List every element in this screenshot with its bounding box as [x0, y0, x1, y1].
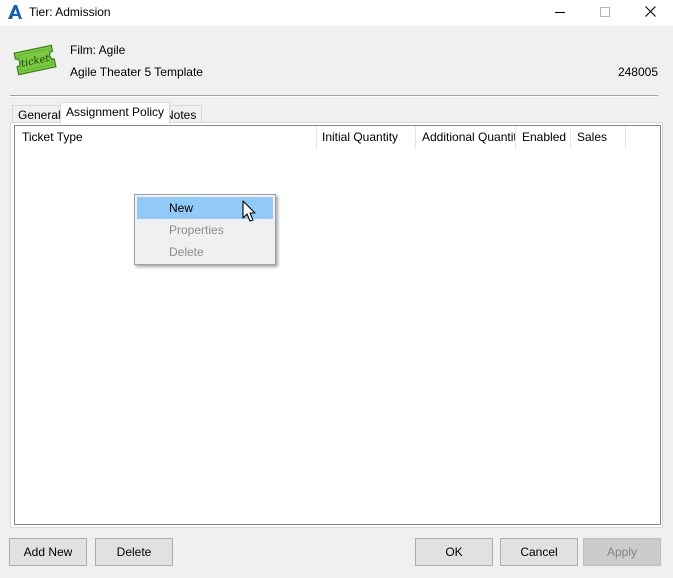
tier-dialog-window: Tier: Admission ticket Film: Agile Agile…	[0, 0, 673, 578]
minimize-icon	[555, 6, 565, 20]
column-header-initial-quantity[interactable]: Initial Quantity	[315, 126, 416, 149]
add-new-button[interactable]: Add New	[9, 538, 87, 566]
cancel-button[interactable]: Cancel	[500, 538, 578, 566]
agile-logo-icon	[7, 4, 23, 20]
ticket-icon: ticket	[10, 42, 60, 78]
column-header-enabled[interactable]: Enabled	[515, 126, 571, 149]
window-title: Tier: Admission	[29, 5, 111, 19]
tab-assignment-policy[interactable]: Assignment Policy	[60, 102, 171, 124]
title-bar[interactable]: Tier: Admission	[0, 0, 673, 26]
header-divider	[10, 95, 658, 97]
menu-item-delete[interactable]: Delete	[137, 241, 273, 263]
ticket-assignment-list[interactable]: Ticket Type Initial Quantity Additional …	[14, 125, 661, 525]
tier-id-label: 248005	[617, 65, 658, 79]
column-header-additional-quantity[interactable]: Additional Quantity	[415, 126, 516, 149]
close-button[interactable]	[627, 0, 673, 26]
close-icon	[644, 6, 656, 20]
ok-button[interactable]: OK	[415, 538, 493, 566]
mouse-pointer-icon	[242, 200, 258, 224]
delete-button[interactable]: Delete	[95, 538, 173, 566]
template-label: Agile Theater 5 Template	[70, 65, 203, 79]
column-header-sales[interactable]: Sales	[570, 126, 626, 149]
column-header-ticket-type[interactable]: Ticket Type	[15, 126, 317, 149]
maximize-icon	[600, 6, 610, 20]
maximize-button[interactable]	[582, 0, 628, 26]
film-label: Film: Agile	[70, 43, 126, 57]
apply-button[interactable]: Apply	[583, 538, 661, 566]
minimize-button[interactable]	[537, 0, 583, 26]
